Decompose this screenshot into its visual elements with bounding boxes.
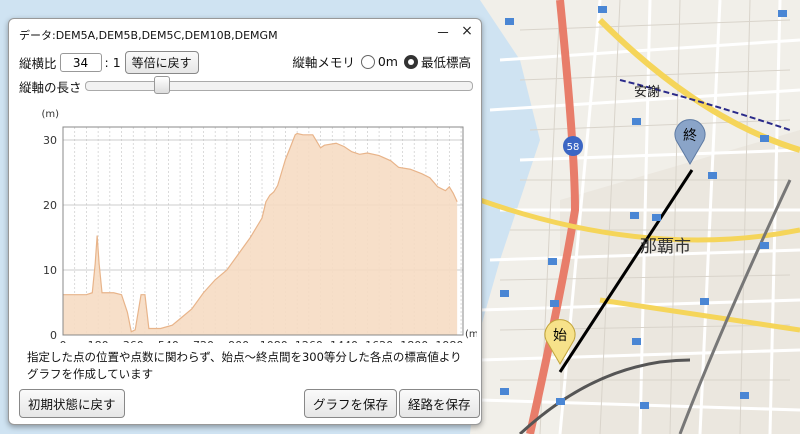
x-tick-label: 1620 <box>365 339 393 343</box>
end-marker-label: 終 <box>683 128 697 144</box>
y-tick-label: 20 <box>43 199 57 212</box>
minimize-button[interactable]: － <box>434 23 452 43</box>
ratio-input[interactable] <box>59 53 102 72</box>
y-tick-label: 10 <box>43 264 57 277</box>
x-tick-label: 1800 <box>400 339 428 343</box>
start-marker-label: 始 <box>553 328 567 344</box>
save-route-button[interactable]: 経路を保存 <box>399 389 480 418</box>
radio-min-elevation[interactable] <box>403 54 418 69</box>
ratio-label: 縦横比 <box>19 56 57 71</box>
reset-initial-button[interactable]: 初期状態に戻す <box>19 389 125 418</box>
chart-note-line1: 指定した点の位置や点数に関わらず、始点～終点間を300等分した各点の標高値より <box>27 350 462 364</box>
map-label-city: 那覇市 <box>640 237 691 257</box>
save-graph-button[interactable]: グラフを保存 <box>304 389 398 418</box>
x-tick-label: 1260 <box>295 339 323 343</box>
radio-zero-label: 0m <box>377 54 398 69</box>
x-tick-label: 720 <box>193 339 214 343</box>
ratio-suffix: : 1 <box>104 55 121 70</box>
axis-memori-group: 縦軸メモリ 0m 最低標高 <box>292 52 471 71</box>
x-tick-label: 1980 <box>435 339 463 343</box>
axis-length-label: 縦軸の長さ <box>19 80 82 95</box>
x-tick-label: 1080 <box>260 339 288 343</box>
axis-memori-label: 縦軸メモリ <box>292 55 355 70</box>
ratio-row: 縦横比 : 1 等倍に戻す <box>19 51 199 74</box>
data-source-title: データ:DEM5A,DEM5B,DEM5C,DEM10B,DEMGM <box>19 29 278 42</box>
x-tick-label: 360 <box>123 339 144 343</box>
chart-note: 指定した点の位置や点数に関わらず、始点～終点間を300等分した各点の標高値より … <box>27 349 477 383</box>
y-tick-label: 0 <box>50 329 57 342</box>
axis-length-slider[interactable] <box>85 81 473 91</box>
x-tick-label: 0 <box>60 339 67 343</box>
map-label-district: 安謝 <box>634 85 660 100</box>
close-button[interactable]: × <box>458 23 476 39</box>
chart-note-line2: グラフを作成しています <box>27 367 154 381</box>
route-number: 58 <box>567 142 580 153</box>
radio-min-label: 最低標高 <box>420 55 471 70</box>
x-tick-label: 180 <box>88 339 109 343</box>
elevation-profile-panel: データ:DEM5A,DEM5B,DEM5C,DEM10B,DEMGM － × 縦… <box>8 18 482 425</box>
y-tick-label: 30 <box>43 134 57 147</box>
reset-ratio-button[interactable]: 等倍に戻す <box>124 51 199 74</box>
x-tick-label: 900 <box>228 339 249 343</box>
axis-length-slider-thumb[interactable] <box>154 76 170 94</box>
y-unit-label: (m) <box>41 109 59 120</box>
x-tick-label: 1440 <box>330 339 358 343</box>
x-unit-label: (m) <box>465 329 477 340</box>
elevation-chart: 0 10 20 30 0 180 360 540 720 900 1080 1260 1440 1620 1… <box>41 109 477 343</box>
x-tick-label: 540 <box>158 339 179 343</box>
radio-zero[interactable] <box>360 54 375 69</box>
